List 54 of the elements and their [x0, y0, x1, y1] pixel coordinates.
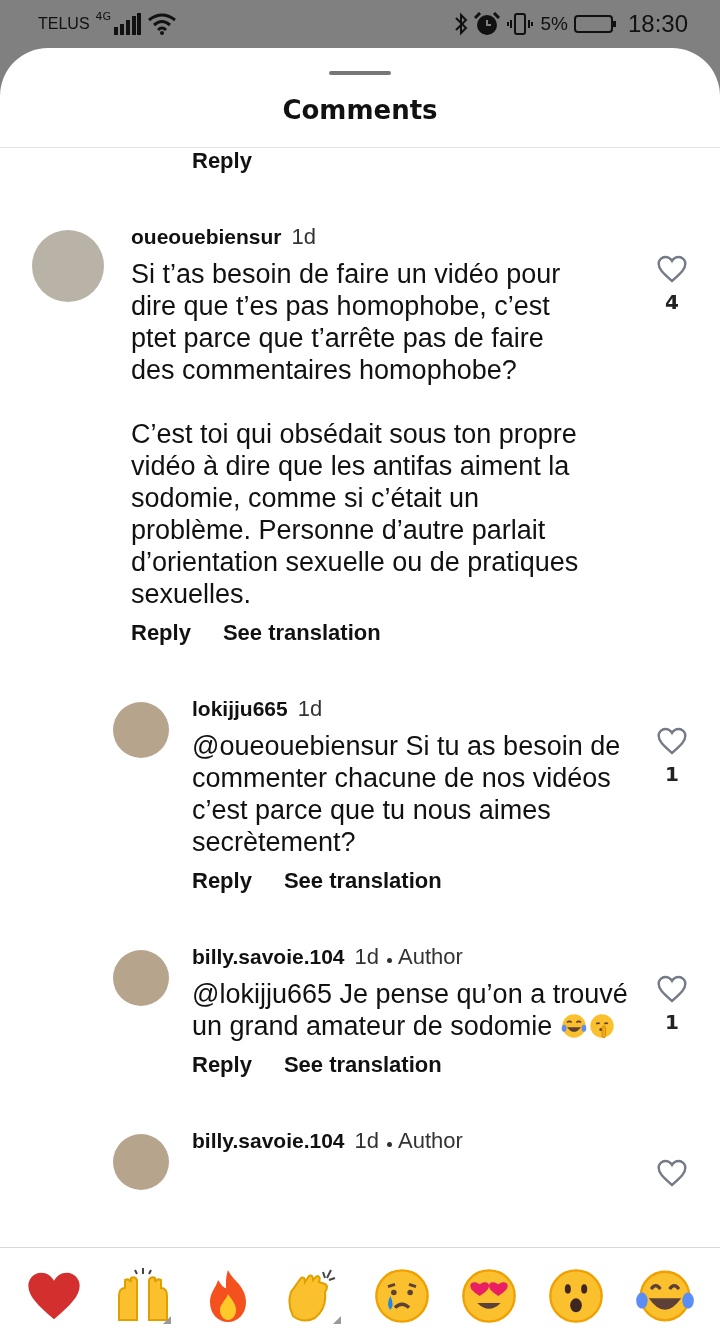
comment-text: C’est toi qui obsédait sous ton propre vidéo à dire que les antifas aiment la sodomie, comme si c’était un problème. Personne d’autre parlait d’orientation sexuelle ou de pratiques sexuelles.	[131, 418, 580, 610]
separator-dot-icon	[387, 1141, 393, 1147]
comment-time: 1d	[291, 224, 316, 250]
crying-face-icon[interactable]	[373, 1268, 430, 1324]
avatar-photo-placeholder[interactable]	[113, 1134, 169, 1190]
username[interactable]: billy.savoie.104	[192, 1129, 345, 1153]
username[interactable]: oueouebiensur	[131, 225, 282, 249]
shushing-face-icon	[587, 1012, 616, 1040]
carrier-name: TELUS	[38, 15, 90, 33]
battery-percent: 5%	[540, 13, 568, 35]
author-label: Author	[398, 944, 463, 970]
network-type: 4G	[95, 10, 112, 23]
clock: 18:30	[627, 10, 688, 38]
bluetooth-icon	[454, 12, 469, 36]
like-heart-icon[interactable]	[656, 974, 688, 1004]
heart-icon[interactable]	[25, 1270, 82, 1322]
avatar-photo-placeholder[interactable]	[113, 702, 169, 758]
username[interactable]: billy.savoie.104	[192, 945, 345, 969]
comment-text: @oueouebiensur Si tu as besoin de commenter chacune de nos vidéos c’est parce que tu nous aimes secrètement?	[192, 730, 622, 858]
like-count: 1	[665, 762, 679, 786]
author-label: Author	[398, 1128, 463, 1154]
alarm-clock-icon	[474, 12, 501, 36]
comment-time: 1d	[354, 944, 380, 970]
laughing-face-icon[interactable]	[634, 1268, 695, 1324]
like-heart-icon[interactable]	[656, 726, 688, 756]
sheet-title: Comments	[0, 75, 720, 148]
like-count: 1	[665, 1010, 679, 1034]
comment-action-link[interactable]: See translation	[222, 620, 381, 646]
comment-time: 1d	[354, 1128, 380, 1154]
wifi-icon	[147, 13, 178, 35]
vibrate-icon	[506, 12, 535, 36]
avatar-photo-placeholder[interactable]	[113, 950, 169, 1006]
comment-time: 1d	[297, 696, 323, 722]
signal-icon	[113, 13, 142, 35]
mention-link[interactable]: @lokijju665	[192, 979, 332, 1009]
mention-link[interactable]: @oueouebiensur	[192, 731, 399, 761]
comment-action-link[interactable]: Reply	[192, 1052, 252, 1078]
separator-dot-icon	[387, 957, 393, 963]
like-heart-icon[interactable]	[656, 254, 688, 284]
like-count: 4	[665, 290, 679, 314]
username[interactable]: lokijju665	[192, 697, 288, 721]
comment-action-link[interactable]: See translation	[283, 1052, 442, 1078]
heart-eyes-face-icon[interactable]	[460, 1268, 517, 1324]
laughing-face-icon	[559, 1012, 588, 1040]
comment-action-link[interactable]: Reply	[192, 868, 252, 894]
comment-action-link[interactable]: Reply	[131, 620, 191, 646]
like-heart-icon[interactable]	[656, 1158, 688, 1188]
drag-handle[interactable]	[329, 71, 391, 75]
comment-action-link[interactable]: Reply	[192, 148, 252, 174]
surprised-face-icon[interactable]	[547, 1268, 604, 1324]
comment-action-link[interactable]: See translation	[283, 868, 442, 894]
comment-text: @lokijju665 Je pense qu’on a trouvé un grand amateur de sodomie	[192, 978, 629, 1042]
battery-icon	[573, 14, 616, 34]
comment-text: Si t’as besoin de faire un vidéo pour dire que t’es pas homophobe, c’est ptet parce que t’arrête pas de faire des commentaires homophobe?	[131, 258, 562, 386]
